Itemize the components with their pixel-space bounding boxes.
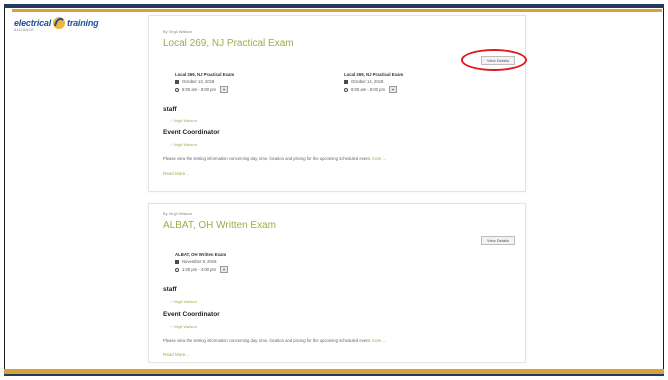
description-text: Please view the testing information conc… [163, 156, 371, 161]
occurrence-name: Local 269, NJ Practical Exam [175, 72, 235, 77]
occurrence-date: November 8, 2018 [182, 259, 217, 264]
description-text: Please view the testing information conc… [163, 338, 371, 343]
calendar-icon [175, 79, 179, 84]
occurrence-name: ALBAT, OH Written Exam [175, 252, 227, 257]
event-title[interactable]: Local 269, NJ Practical Exam [163, 38, 294, 49]
coordinator-name-link[interactable]: › Virgil Watson [171, 142, 197, 147]
coordinator-name: Virgil Watson [173, 142, 197, 147]
occurrence-time: 8:00 am - 8:00 pm [351, 87, 385, 92]
occurrence-time: 1:00 pm - 4:00 pm [182, 267, 216, 272]
event-author: By Virgil Watson [163, 211, 193, 216]
event-author: By Virgil Watson [163, 29, 193, 34]
occurrence-time: 8:00 am - 8:00 pm [182, 87, 216, 92]
event-description: Please view the testing information conc… [163, 156, 386, 161]
occurrence-date: October 14, 2018 [351, 79, 384, 84]
event-card: By Virgil Watson ALBAT, OH Written Exam … [148, 203, 526, 363]
logo-swoosh-icon [53, 17, 66, 29]
event-occurrence: Local 269, NJ Practical Exam October 14,… [344, 72, 403, 93]
site-logo[interactable]: electrical training ALLIANCE [14, 16, 110, 32]
clock-icon [175, 267, 179, 272]
read-more-link[interactable]: Read More... [163, 352, 189, 357]
more-link[interactable]: more ... [372, 338, 386, 343]
ical-export-icon[interactable]: + [219, 266, 228, 273]
calendar-icon [175, 259, 179, 264]
event-occurrence: Local 269, NJ Practical Exam October 13,… [175, 72, 234, 93]
read-more-link[interactable]: Read More... [163, 171, 189, 176]
coordinator-name-link[interactable]: › Virgil Watson [171, 324, 197, 329]
staff-name-link[interactable]: › Virgil Watson [171, 299, 197, 304]
logo-word-training: training [67, 18, 99, 28]
top-navy-bar [4, 4, 664, 8]
clock-icon [175, 87, 179, 92]
staff-name: Virgil Watson [173, 299, 197, 304]
bottom-navy-bar [4, 374, 664, 376]
staff-name-link[interactable]: › Virgil Watson [171, 118, 197, 123]
highlight-annotation-circle [461, 49, 527, 71]
logo-tagline: ALLIANCE [14, 28, 35, 32]
event-title[interactable]: ALBAT, OH Written Exam [163, 220, 276, 231]
staff-name: Virgil Watson [173, 118, 197, 123]
event-description: Please view the testing information conc… [163, 338, 386, 343]
staff-heading: staff [163, 286, 177, 293]
more-link[interactable]: more ... [372, 156, 386, 161]
calendar-icon [344, 79, 348, 84]
clock-icon [344, 87, 348, 92]
coordinator-heading: Event Coordinator [163, 129, 220, 136]
ical-export-icon[interactable]: + [388, 86, 397, 93]
coordinator-heading: Event Coordinator [163, 311, 220, 318]
event-occurrence: ALBAT, OH Written Exam November 8, 2018 … [175, 252, 228, 273]
coordinator-name: Virgil Watson [173, 324, 197, 329]
staff-heading: staff [163, 106, 177, 113]
top-gold-rule [12, 9, 662, 12]
ical-export-icon[interactable]: + [219, 86, 228, 93]
occurrence-name: Local 269, NJ Practical Exam [344, 72, 404, 77]
logo-word-electrical: electrical [14, 18, 52, 28]
occurrence-date: October 13, 2018 [182, 79, 215, 84]
event-card: By Virgil Watson Local 269, NJ Practical… [148, 15, 526, 192]
view-details-button[interactable]: View Details [481, 236, 515, 245]
